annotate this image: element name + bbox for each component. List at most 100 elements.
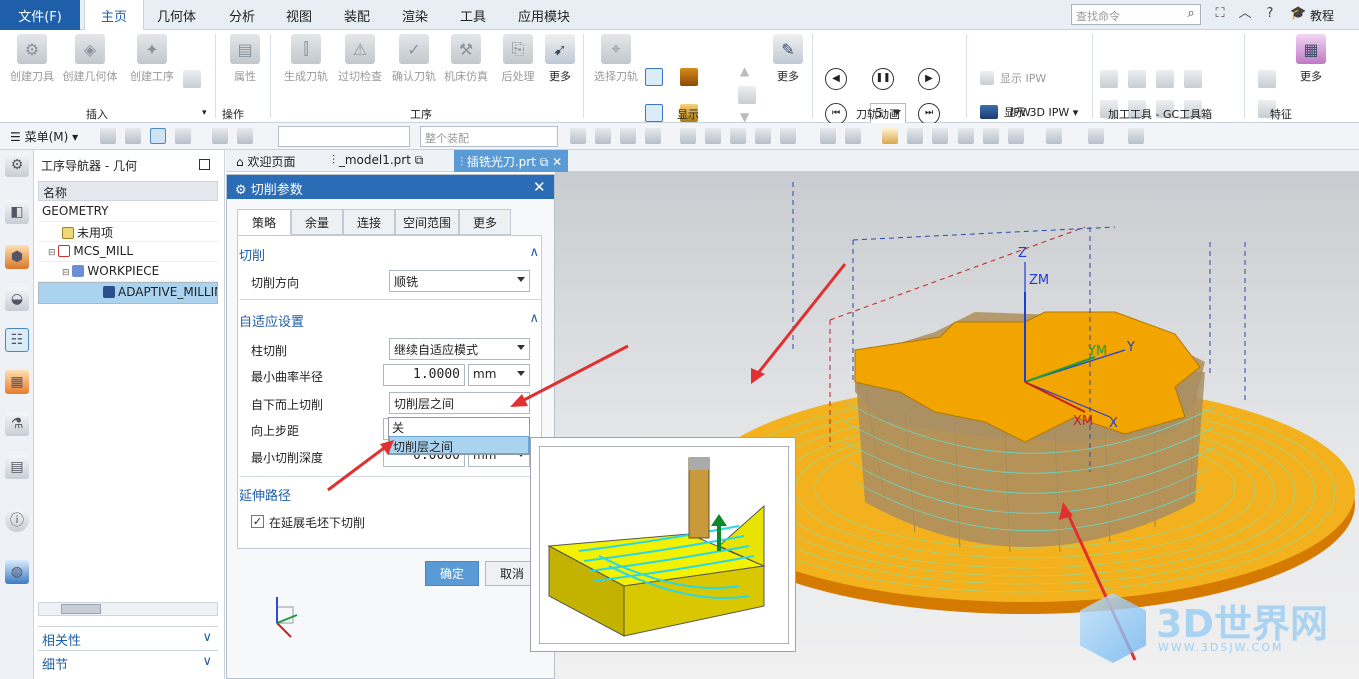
step-back-icon[interactable]: ⏮ xyxy=(825,103,847,125)
layers-icon[interactable] xyxy=(738,86,756,104)
path-display-icon[interactable] xyxy=(645,104,663,122)
tree-row-selected[interactable]: ADAPTIVE_MILLING xyxy=(38,282,218,304)
column-header-name[interactable]: 名称 xyxy=(38,181,218,201)
horizontal-scrollbar[interactable] xyxy=(38,602,218,616)
search-icon[interactable]: ⌕ xyxy=(1183,6,1199,22)
tab-view[interactable]: 视图 xyxy=(286,0,312,30)
select-filter-icon[interactable] xyxy=(100,128,116,144)
details-panel-header[interactable]: 细节 ∨ xyxy=(38,650,218,673)
view-icon[interactable] xyxy=(907,128,923,144)
tab-home[interactable]: 主页 xyxy=(84,0,144,31)
tool-display-icon[interactable] xyxy=(680,68,698,86)
tab-more[interactable]: 更多 xyxy=(459,209,511,235)
properties-button[interactable]: ▤ 属性 xyxy=(217,34,273,84)
tree-row[interactable]: 未用项 xyxy=(38,222,218,242)
tab-analysis[interactable]: 分析 xyxy=(229,0,255,30)
tab-strategy[interactable]: 策略 xyxy=(237,209,291,235)
section-cutting[interactable]: 切削 ∧ xyxy=(239,243,541,265)
collapse-ribbon-icon[interactable]: ︿ xyxy=(1237,6,1253,22)
tree-row[interactable]: GEOMETRY xyxy=(38,202,218,222)
tab-plunge-finish[interactable]: ⫶ 插铣光刀.prt ⧉ ✕ xyxy=(454,150,569,172)
info-icon[interactable]: ⓘ xyxy=(5,508,29,532)
process-more-button[interactable]: ➹ 更多 xyxy=(532,34,588,84)
feature-more-button[interactable]: ▦ 更多 xyxy=(1283,34,1339,84)
reuse-library-icon[interactable]: ◒ xyxy=(5,287,29,311)
part-navigator-icon[interactable]: ⬢ xyxy=(5,245,29,269)
show-ipw-button[interactable]: 显示 IPW xyxy=(980,70,1046,86)
snap-point-icon[interactable] xyxy=(705,128,721,144)
web-browser-icon[interactable]: ◍ xyxy=(5,560,29,584)
select-filter-icon[interactable] xyxy=(150,128,166,144)
tree-row[interactable]: ⊟ WORKPIECE xyxy=(38,262,218,282)
view-icon[interactable] xyxy=(983,128,999,144)
machine-navigator-icon[interactable]: ▦ xyxy=(5,370,29,394)
tool-library-icon[interactable]: ⚗ xyxy=(5,412,29,436)
file-menu[interactable]: 文件(F) xyxy=(0,0,80,30)
select-filter-icon[interactable] xyxy=(175,128,191,144)
snap-point-icon[interactable] xyxy=(595,128,611,144)
gc-tool-icon[interactable] xyxy=(1156,70,1174,88)
snap-point-icon[interactable] xyxy=(620,128,636,144)
snap-point-icon[interactable] xyxy=(755,128,771,144)
close-icon[interactable]: ✕ xyxy=(533,178,546,196)
close-icon[interactable]: ✕ xyxy=(552,155,562,169)
snap-point-icon[interactable] xyxy=(645,128,661,144)
tab-connections[interactable]: 连接 xyxy=(343,209,395,235)
snap-icon[interactable] xyxy=(212,128,228,144)
previous-icon[interactable]: ◀ xyxy=(825,68,847,90)
fullscreen-icon[interactable]: ⛶ xyxy=(1212,6,1228,22)
tab-render[interactable]: 渲染 xyxy=(402,0,428,30)
display-more-button[interactable]: ✎ 更多 xyxy=(760,34,816,84)
snap-point-icon[interactable] xyxy=(680,128,696,144)
shading-icon[interactable] xyxy=(1088,128,1104,144)
verify-toolpath-button[interactable]: ✓ 确认刀轨 xyxy=(386,34,442,84)
tab-tools[interactable]: 工具 xyxy=(460,0,486,30)
section-adaptive-settings[interactable]: 自适应设置 ∧ xyxy=(239,309,541,331)
assembly-scope-select[interactable]: 整个装配 xyxy=(420,126,558,147)
play-icon[interactable]: ▶ xyxy=(918,68,940,90)
create-geometry-button[interactable]: ◈ 创建几何体 xyxy=(62,34,118,84)
snap-point-icon[interactable] xyxy=(730,128,746,144)
create-operation-button[interactable]: ✦ 创建工序 xyxy=(124,34,180,84)
gc-tool-icon[interactable] xyxy=(1184,70,1202,88)
maximize-icon[interactable] xyxy=(199,159,210,170)
gc-tool-icon[interactable] xyxy=(1100,70,1118,88)
display-mode-icon[interactable] xyxy=(645,68,663,86)
menu-button[interactable]: ☰ 菜单(M) ▾ xyxy=(10,128,78,145)
help-icon[interactable]: ? xyxy=(1262,6,1278,22)
tab-stock[interactable]: 余量 xyxy=(291,209,343,235)
view-icon[interactable] xyxy=(932,128,948,144)
cut-direction-select[interactable]: 顺铣 xyxy=(389,270,530,292)
gouge-check-button[interactable]: ⚠ 过切检查 xyxy=(332,34,388,84)
ok-button[interactable]: 确定 xyxy=(425,561,479,586)
gc-tool-icon[interactable] xyxy=(1128,70,1146,88)
snap-icon[interactable] xyxy=(237,128,253,144)
tab-app-modules[interactable]: 应用模块 xyxy=(518,0,570,30)
step-forward-icon[interactable]: ⏭ xyxy=(918,103,940,125)
tutorial-link[interactable]: 教程 xyxy=(1310,7,1334,24)
extend-stock-checkbox[interactable]: ✓ xyxy=(251,515,264,528)
tab-containment[interactable]: 空间范围 xyxy=(395,209,459,235)
snap-point-icon[interactable] xyxy=(820,128,836,144)
scrollbar-thumb[interactable] xyxy=(61,604,101,614)
related-panel-header[interactable]: 相关性 ∨ xyxy=(38,626,218,649)
pause-icon[interactable]: ❚❚ xyxy=(872,68,894,90)
assembly-navigator-icon[interactable]: ◧ xyxy=(5,200,29,224)
machine-simulate-button[interactable]: ⚒ 机床仿真 xyxy=(438,34,494,84)
operation-navigator-icon[interactable]: ☷ xyxy=(5,328,29,352)
view-icon[interactable] xyxy=(882,128,898,144)
arrow-down-icon[interactable]: ▼ xyxy=(740,110,749,124)
program-icon[interactable] xyxy=(183,70,201,88)
snap-point-icon[interactable] xyxy=(845,128,861,144)
feature-icon[interactable] xyxy=(1258,70,1276,88)
create-tool-button[interactable]: ⚙ 创建刀具 xyxy=(4,34,60,84)
tab-geometry[interactable]: 几何体 xyxy=(157,0,196,30)
generate-toolpath-button[interactable]: ⫿ 生成刀轨 xyxy=(278,34,334,84)
view-icon[interactable] xyxy=(958,128,974,144)
select-toolpath-button[interactable]: ⌖ 选择刀轨 xyxy=(588,34,644,84)
snap-point-icon[interactable] xyxy=(780,128,796,144)
settings-icon[interactable]: ⚙ xyxy=(5,153,29,177)
view-icon[interactable] xyxy=(1008,128,1024,144)
tab-welcome[interactable]: ⌂ 欢迎页面 xyxy=(230,150,301,172)
view-icon[interactable] xyxy=(1046,128,1062,144)
